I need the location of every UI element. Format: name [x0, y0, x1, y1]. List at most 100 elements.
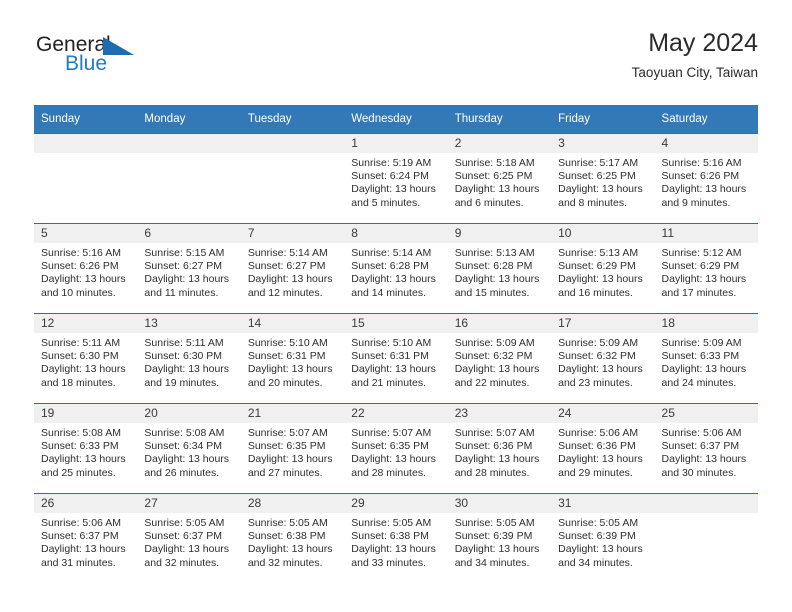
calendar-day-cell[interactable]: 11 Sunrise: 5:12 AM Sunset: 6:29 PM Dayligh…	[654, 223, 758, 314]
sunset-time: Sunset: 6:31 PM	[351, 350, 429, 363]
sunrise-time: Sunrise: 5:12 AM	[661, 247, 742, 259]
daylight-duration-line2: and 29 minutes.	[558, 466, 633, 479]
sunset-time: Sunset: 6:33 PM	[41, 440, 119, 453]
day-number: 31	[551, 494, 655, 513]
sunset-time: Sunset: 6:26 PM	[41, 260, 119, 273]
daylight-duration-line1: Daylight: 13 hours	[661, 183, 747, 196]
calendar-day-cell[interactable]: 26 Sunrise: 5:06 AM Sunset: 6:37 PM Dayligh…	[34, 493, 138, 583]
calendar-day-cell[interactable]	[654, 493, 758, 583]
daylight-duration-line2: and 21 minutes.	[351, 376, 426, 389]
sunset-time: Sunset: 6:31 PM	[247, 350, 326, 363]
day-details: Sunrise: 5:13 AM Sunset: 6:28 PM Daylight:…	[448, 243, 551, 300]
sunset-time: Sunset: 6:27 PM	[144, 260, 223, 273]
sunrise-time: Sunrise: 5:10 AM	[247, 337, 328, 349]
daylight-duration-line2: and 32 minutes.	[247, 556, 323, 569]
sunrise-time: Sunrise: 5:19 AM	[351, 157, 432, 169]
daylight-duration-line2: and 22 minutes.	[454, 376, 530, 389]
daylight-duration-line1: Daylight: 13 hours	[454, 543, 540, 556]
calendar-day-cell[interactable]: 31 Sunrise: 5:05 AM Sunset: 6:39 PM Dayligh…	[551, 493, 655, 583]
sunrise-time: Sunrise: 5:15 AM	[144, 247, 225, 259]
calendar-day-cell[interactable]: 9 Sunrise: 5:13 AM Sunset: 6:28 PM Daylight…	[447, 223, 552, 314]
daylight-duration-line1: Daylight: 13 hours	[247, 543, 333, 556]
calendar-day-cell[interactable]: 27 Sunrise: 5:05 AM Sunset: 6:37 PM Dayligh…	[137, 493, 241, 583]
day-details: Sunrise: 5:05 AM Sunset: 6:38 PM Daylight:…	[344, 513, 447, 570]
day-details: Sunrise: 5:16 AM Sunset: 6:26 PM Daylight:…	[34, 243, 137, 300]
calendar-day-cell[interactable]: 19 Sunrise: 5:08 AM Sunset: 6:33 PM Dayligh…	[34, 403, 138, 494]
calendar-day-cell[interactable]: 3 Sunrise: 5:17 AM Sunset: 6:25 PM Daylight…	[551, 133, 655, 224]
sunset-time: Sunset: 6:39 PM	[454, 530, 533, 543]
calendar-day-cell[interactable]: 2 Sunrise: 5:18 AM Sunset: 6:25 PM Daylight…	[447, 133, 552, 224]
day-24: 24 Sunrise: 5:06 AM Sunset: 6:36 PM Dayligh…	[551, 404, 655, 493]
calendar-day-cell[interactable]: 28 Sunrise: 5:05 AM Sunset: 6:38 PM Dayligh…	[240, 493, 345, 583]
day-5: 5 Sunrise: 5:16 AM Sunset: 6:26 PM Daylight…	[34, 224, 138, 313]
daylight-duration-line2: and 23 minutes.	[558, 376, 633, 389]
calendar-day-cell[interactable]: 24 Sunrise: 5:06 AM Sunset: 6:36 PM Dayligh…	[551, 403, 655, 494]
sunset-time: Sunset: 6:36 PM	[454, 440, 533, 453]
daylight-duration-line2: and 28 minutes.	[454, 466, 530, 479]
day-number: 10	[551, 224, 655, 243]
sunset-time: Sunset: 6:35 PM	[351, 440, 429, 453]
sunset-time: Sunset: 6:37 PM	[661, 440, 740, 453]
calendar-day-cell[interactable]: 6 Sunrise: 5:15 AM Sunset: 6:27 PM Daylight…	[137, 223, 241, 314]
sunset-time: Sunset: 6:28 PM	[351, 260, 429, 273]
daylight-duration-line2: and 25 minutes.	[41, 466, 116, 479]
calendar-day-cell[interactable]: 22 Sunrise: 5:07 AM Sunset: 6:35 PM Dayligh…	[344, 403, 448, 494]
calendar-day-cell[interactable]: 5 Sunrise: 5:16 AM Sunset: 6:26 PM Daylight…	[34, 223, 138, 314]
daylight-duration-line1: Daylight: 13 hours	[661, 453, 747, 466]
day-10: 10 Sunrise: 5:13 AM Sunset: 6:29 PM Dayligh…	[551, 224, 655, 313]
day-14: 14 Sunrise: 5:10 AM Sunset: 6:31 PM Dayligh…	[240, 314, 345, 403]
day-15: 15 Sunrise: 5:10 AM Sunset: 6:31 PM Dayligh…	[344, 314, 448, 403]
sunset-time: Sunset: 6:32 PM	[558, 350, 636, 363]
calendar-day-cell[interactable]: 29 Sunrise: 5:05 AM Sunset: 6:38 PM Dayligh…	[344, 493, 448, 583]
daylight-duration-line2: and 17 minutes.	[661, 286, 737, 299]
calendar-day-cell[interactable]: 17 Sunrise: 5:09 AM Sunset: 6:32 PM Dayligh…	[551, 313, 655, 404]
calendar-day-cell[interactable]: 30 Sunrise: 5:05 AM Sunset: 6:39 PM Dayligh…	[447, 493, 552, 583]
calendar-day-cell[interactable]	[137, 133, 241, 224]
day-number: 20	[137, 404, 241, 423]
calendar-day-cell[interactable]: 16 Sunrise: 5:09 AM Sunset: 6:32 PM Dayligh…	[447, 313, 552, 404]
calendar-day-cell[interactable]: 1 Sunrise: 5:19 AM Sunset: 6:24 PM Daylight…	[344, 133, 448, 224]
day-details: Sunrise: 5:19 AM Sunset: 6:24 PM Daylight:…	[344, 153, 447, 210]
calendar-day-cell[interactable]: 15 Sunrise: 5:10 AM Sunset: 6:31 PM Dayligh…	[344, 313, 448, 404]
daylight-duration-line2: and 24 minutes.	[661, 376, 737, 389]
daylight-duration-line2: and 18 minutes.	[41, 376, 116, 389]
day-number: 15	[344, 314, 448, 333]
calendar-day-cell[interactable]: 8 Sunrise: 5:14 AM Sunset: 6:28 PM Daylight…	[344, 223, 448, 314]
calendar-day-cell[interactable]: 23 Sunrise: 5:07 AM Sunset: 6:36 PM Dayligh…	[447, 403, 552, 494]
day-details: Sunrise: 5:05 AM Sunset: 6:37 PM Daylight:…	[137, 513, 240, 570]
sunset-time: Sunset: 6:37 PM	[144, 530, 223, 543]
day-number: 9	[447, 224, 552, 243]
calendar-day-cell[interactable]: 10 Sunrise: 5:13 AM Sunset: 6:29 PM Dayligh…	[551, 223, 655, 314]
day-26: 26 Sunrise: 5:06 AM Sunset: 6:37 PM Dayligh…	[34, 494, 138, 583]
calendar-week-row: 1 Sunrise: 5:19 AM Sunset: 6:24 PM Daylight…	[34, 133, 758, 224]
sunrise-time: Sunrise: 5:11 AM	[41, 337, 121, 349]
calendar-day-cell[interactable]: 12 Sunrise: 5:11 AM Sunset: 6:30 PM Dayligh…	[34, 313, 138, 404]
daylight-duration-line2: and 19 minutes.	[144, 376, 220, 389]
calendar-day-cell[interactable]: 4 Sunrise: 5:16 AM Sunset: 6:26 PM Daylight…	[654, 133, 758, 224]
daylight-duration-line1: Daylight: 13 hours	[454, 363, 540, 376]
daylight-duration-line1: Daylight: 13 hours	[247, 273, 333, 286]
calendar-day-cell[interactable]: 7 Sunrise: 5:14 AM Sunset: 6:27 PM Daylight…	[240, 223, 345, 314]
day-details: Sunrise: 5:13 AM Sunset: 6:29 PM Daylight:…	[551, 243, 654, 300]
calendar-day-cell[interactable]: 25 Sunrise: 5:06 AM Sunset: 6:37 PM Dayligh…	[654, 403, 758, 494]
day-details: Sunrise: 5:07 AM Sunset: 6:36 PM Daylight:…	[448, 423, 551, 480]
calendar-day-cell[interactable]	[240, 133, 345, 224]
daylight-duration-line1: Daylight: 13 hours	[558, 453, 643, 466]
day-number: 3	[551, 134, 655, 153]
sunrise-time: Sunrise: 5:16 AM	[661, 157, 742, 169]
calendar-day-cell[interactable]: 18 Sunrise: 5:09 AM Sunset: 6:33 PM Dayligh…	[654, 313, 758, 404]
daylight-duration-line2: and 5 minutes.	[351, 196, 421, 209]
day-number: 1	[344, 134, 448, 153]
calendar-body: 1 Sunrise: 5:19 AM Sunset: 6:24 PM Daylight…	[34, 133, 758, 583]
day-number	[240, 134, 345, 153]
general-blue-logo[interactable]: General Blue	[34, 34, 264, 90]
calendar-day-cell[interactable]: 13 Sunrise: 5:11 AM Sunset: 6:30 PM Dayligh…	[137, 313, 241, 404]
calendar-day-cell[interactable]: 20 Sunrise: 5:08 AM Sunset: 6:34 PM Dayligh…	[137, 403, 241, 494]
sunrise-time: Sunrise: 5:13 AM	[454, 247, 535, 259]
calendar-day-cell[interactable]: 21 Sunrise: 5:07 AM Sunset: 6:35 PM Dayligh…	[240, 403, 345, 494]
daylight-duration-line2: and 32 minutes.	[144, 556, 220, 569]
calendar-day-cell[interactable]	[34, 133, 138, 224]
calendar-day-cell[interactable]: 14 Sunrise: 5:10 AM Sunset: 6:31 PM Dayligh…	[240, 313, 345, 404]
day-number: 12	[34, 314, 138, 333]
daylight-duration-line1: Daylight: 13 hours	[454, 183, 540, 196]
